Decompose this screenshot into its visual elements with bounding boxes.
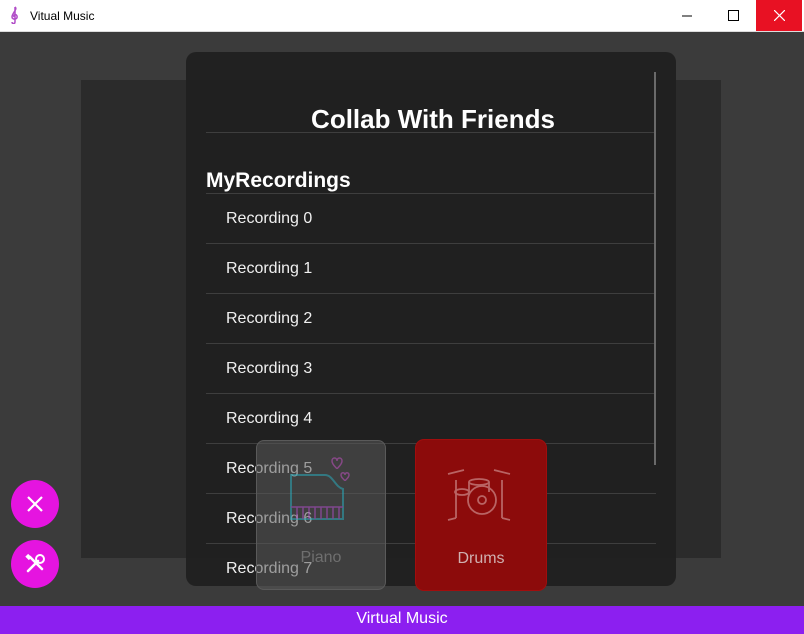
divider: [206, 293, 656, 294]
piano-label: Piano: [300, 549, 342, 566]
scrollbar[interactable]: [654, 72, 656, 465]
piano-icon: [290, 457, 350, 520]
close-icon: [773, 10, 785, 21]
recording-item[interactable]: Recording 3: [226, 360, 312, 378]
divider: [206, 343, 656, 344]
treble-clef-icon: [11, 6, 18, 24]
divider: [206, 193, 656, 194]
window-title: Vitual Music: [30, 9, 95, 23]
recording-item[interactable]: Recording 1: [226, 260, 312, 278]
piano-card[interactable]: Piano: [256, 440, 386, 590]
maximize-button[interactable]: [710, 0, 756, 31]
close-fab-button[interactable]: [11, 480, 59, 528]
divider: [206, 132, 656, 133]
recording-item[interactable]: Recording 0: [226, 210, 312, 228]
recording-item[interactable]: Recording 2: [226, 310, 312, 328]
drums-label: Drums: [457, 550, 505, 567]
drums-icon: [447, 469, 511, 521]
tools-fab-button[interactable]: [11, 540, 59, 588]
divider: [206, 243, 656, 244]
close-button[interactable]: [756, 0, 802, 31]
tools-icon: [25, 553, 45, 573]
maximize-icon: [727, 10, 739, 21]
footer-bar: Virtual Music: [0, 606, 804, 634]
app-content: Collab With Friends MyRecordings Recordi…: [0, 32, 804, 606]
minimize-icon: [682, 15, 692, 16]
drums-card[interactable]: Drums: [416, 440, 546, 590]
divider: [206, 393, 656, 394]
title-bar: Vitual Music: [0, 0, 804, 32]
footer-label: Virtual Music: [356, 610, 448, 627]
section-title: MyRecordings: [206, 169, 351, 192]
fab-close-icon: [27, 496, 43, 512]
recording-item[interactable]: Recording 4: [226, 410, 312, 428]
minimize-button[interactable]: [664, 0, 710, 31]
dialog-title: Collab With Friends: [311, 104, 555, 134]
